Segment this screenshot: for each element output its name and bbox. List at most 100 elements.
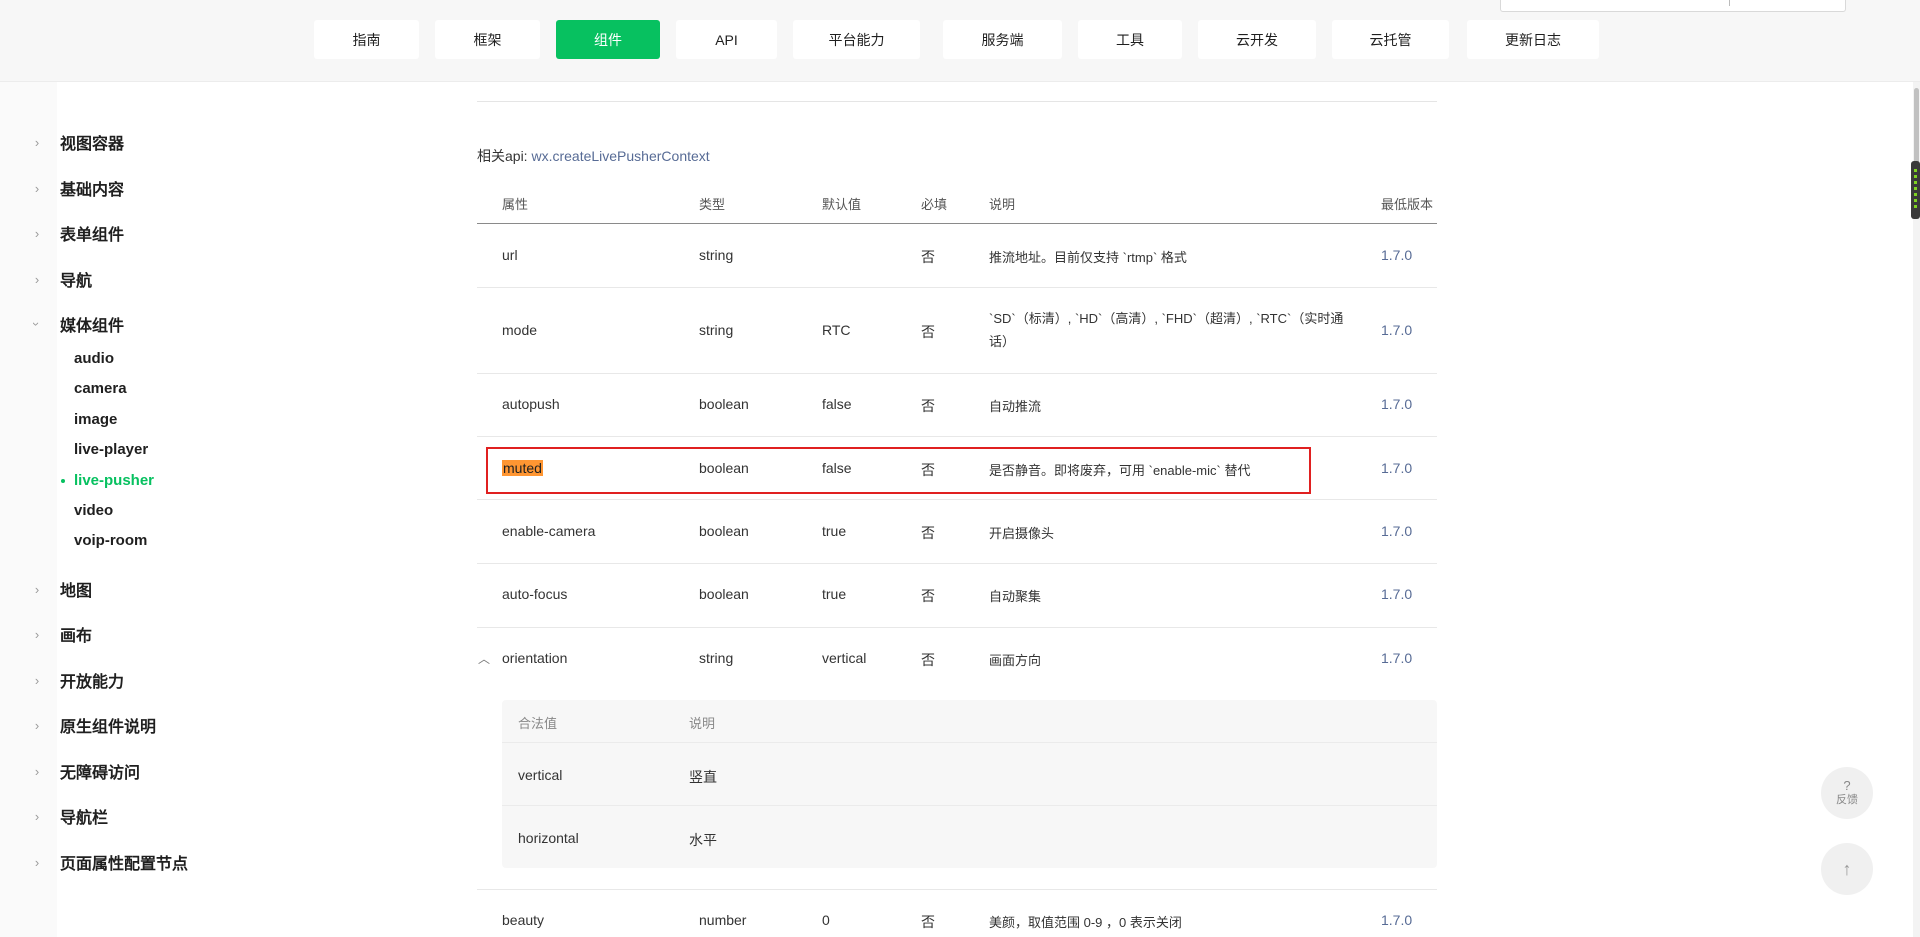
chevron-right-icon: › (34, 808, 40, 824)
annotation-outline (486, 447, 1311, 494)
chevron-right-icon: › (34, 626, 40, 642)
chevron-right-icon: › (34, 672, 40, 688)
cell-version: 1.7.0 (1381, 650, 1413, 666)
cell-attribute: beauty (502, 912, 545, 928)
header-attribute: 属性 (502, 197, 529, 212)
cell-type: boolean (699, 523, 749, 539)
cell-required: 否 (921, 525, 935, 541)
cell-attribute: autopush (502, 396, 560, 412)
sidebar-item-label: 地图 (60, 583, 93, 600)
nav-api[interactable]: API (676, 20, 777, 59)
chevron-right-icon: › (34, 717, 40, 733)
row-divider (477, 287, 1437, 288)
cell-type: string (699, 247, 734, 263)
chevron-right-icon: › (34, 134, 40, 150)
nav-platform-capabilities[interactable]: 平台能力 (793, 20, 920, 59)
cell-attribute: enable-camera (502, 523, 596, 539)
sidebar-subitem-live-player[interactable]: live-player (74, 438, 148, 460)
header-min-version: 最低版本 (1381, 197, 1434, 212)
nav-framework[interactable]: 框架 (435, 20, 540, 59)
cell-version: 1.7.0 (1381, 322, 1413, 338)
cell-default: true (822, 586, 847, 602)
nav-guide[interactable]: 指南 (314, 20, 419, 59)
cell-required: 否 (921, 914, 935, 930)
cell-default: true (822, 523, 847, 539)
cell-default: false (822, 396, 852, 412)
arrow-up-icon: ↑ (1842, 858, 1852, 879)
cell-description: 自动聚集 (989, 589, 1042, 604)
nav-cloud-dev[interactable]: 云开发 (1198, 20, 1316, 59)
sidebar-item-label: 画布 (60, 628, 93, 645)
header-type: 类型 (699, 197, 726, 212)
cell-required: 否 (921, 249, 935, 265)
nav-cloud-hosting[interactable]: 云托管 (1332, 20, 1449, 59)
nav-changelog[interactable]: 更新日志 (1467, 20, 1599, 59)
sidebar-item-label: 视图容器 (60, 136, 125, 153)
cell-type: number (699, 912, 747, 928)
chevron-right-icon: › (34, 180, 40, 196)
row-divider (477, 627, 1437, 628)
sub-cell-description: 水平 (689, 832, 717, 848)
cell-required: 否 (921, 588, 935, 604)
related-api: 相关api: wx.createLivePusherContext (477, 146, 710, 166)
row-divider (502, 742, 1437, 743)
row-divider (477, 499, 1437, 500)
row-divider (477, 889, 1437, 890)
cell-description: 画面方向 (989, 653, 1042, 668)
cell-description: 自动推流 (989, 399, 1042, 414)
sub-header-value: 合法值 (518, 716, 558, 731)
question-icon: ? (1843, 778, 1851, 793)
related-api-link[interactable]: wx.createLivePusherContext (531, 148, 709, 164)
sidebar-item-label: 原生组件说明 (60, 719, 157, 736)
cell-version: 1.7.0 (1381, 586, 1413, 602)
cell-version: 1.7.0 (1381, 247, 1413, 263)
cell-description: 推流地址。目前仅支持 `rtmp` 格式 (989, 250, 1187, 265)
sidebar-subitem-voip-room[interactable]: voip-room (74, 529, 147, 551)
cell-attribute: auto-focus (502, 586, 568, 602)
orientation-values-table: 合法值 说明 vertical 竖直 horizontal 水平 (502, 700, 1437, 868)
row-divider (477, 373, 1437, 374)
header-default: 默认值 (822, 197, 862, 212)
nav-server[interactable]: 服务端 (943, 20, 1062, 59)
sidebar-item-label: 媒体组件 (60, 318, 125, 335)
cell-attribute: mode (502, 322, 538, 338)
cell-version: 1.7.0 (1381, 523, 1413, 539)
sidebar-item-label: 表单组件 (60, 227, 125, 244)
chevron-down-icon: › (29, 321, 45, 327)
sub-header-description: 说明 (689, 716, 716, 731)
back-to-top-button[interactable]: ↑ (1821, 843, 1873, 895)
top-navigation: 指南 框架 组件 API 平台能力 服务端 工具 云开发 云托管 更新日志 (0, 0, 1920, 82)
sidebar-item-label: 开放能力 (60, 674, 125, 691)
feedback-label: 反馈 (1836, 794, 1858, 806)
cell-description: 美颜，取值范围 0-9 ，0 表示关闭 (989, 915, 1182, 930)
sidebar-subitem-video[interactable]: video (74, 499, 113, 521)
cell-type: boolean (699, 586, 749, 602)
feedback-button[interactable]: ? 反馈 (1821, 767, 1873, 819)
sub-cell-value: vertical (518, 767, 563, 783)
chevron-right-icon: › (34, 225, 40, 241)
row-divider (477, 436, 1437, 437)
chevron-right-icon: › (34, 581, 40, 597)
header-required: 必填 (921, 197, 948, 212)
sidebar-subitem-live-pusher[interactable]: live-pusher (74, 469, 154, 491)
volume-meter-icon (1911, 161, 1920, 219)
chevron-right-icon: › (34, 763, 40, 779)
sidebar-subitem-image[interactable]: image (74, 408, 117, 430)
sidebar (0, 82, 340, 937)
sidebar-subitem-audio[interactable]: audio (74, 347, 114, 369)
sidebar-item-label: 页面属性配置节点 (60, 856, 189, 873)
cell-default: 0 (822, 912, 830, 928)
chevron-up-icon[interactable]: ︿ (477, 651, 491, 666)
sidebar-item-label: 导航 (60, 273, 93, 290)
sidebar-subitem-camera[interactable]: camera (74, 377, 127, 399)
nav-tools[interactable]: 工具 (1078, 20, 1182, 59)
nav-components[interactable]: 组件 (556, 20, 660, 59)
cell-attribute: url (502, 247, 518, 263)
cell-attribute: orientation (502, 650, 568, 666)
row-divider (477, 563, 1437, 564)
cell-default: vertical (822, 650, 867, 666)
cell-required: 否 (921, 398, 935, 414)
cell-required: 否 (921, 324, 935, 340)
row-divider (502, 805, 1437, 806)
cell-type: string (699, 650, 734, 666)
